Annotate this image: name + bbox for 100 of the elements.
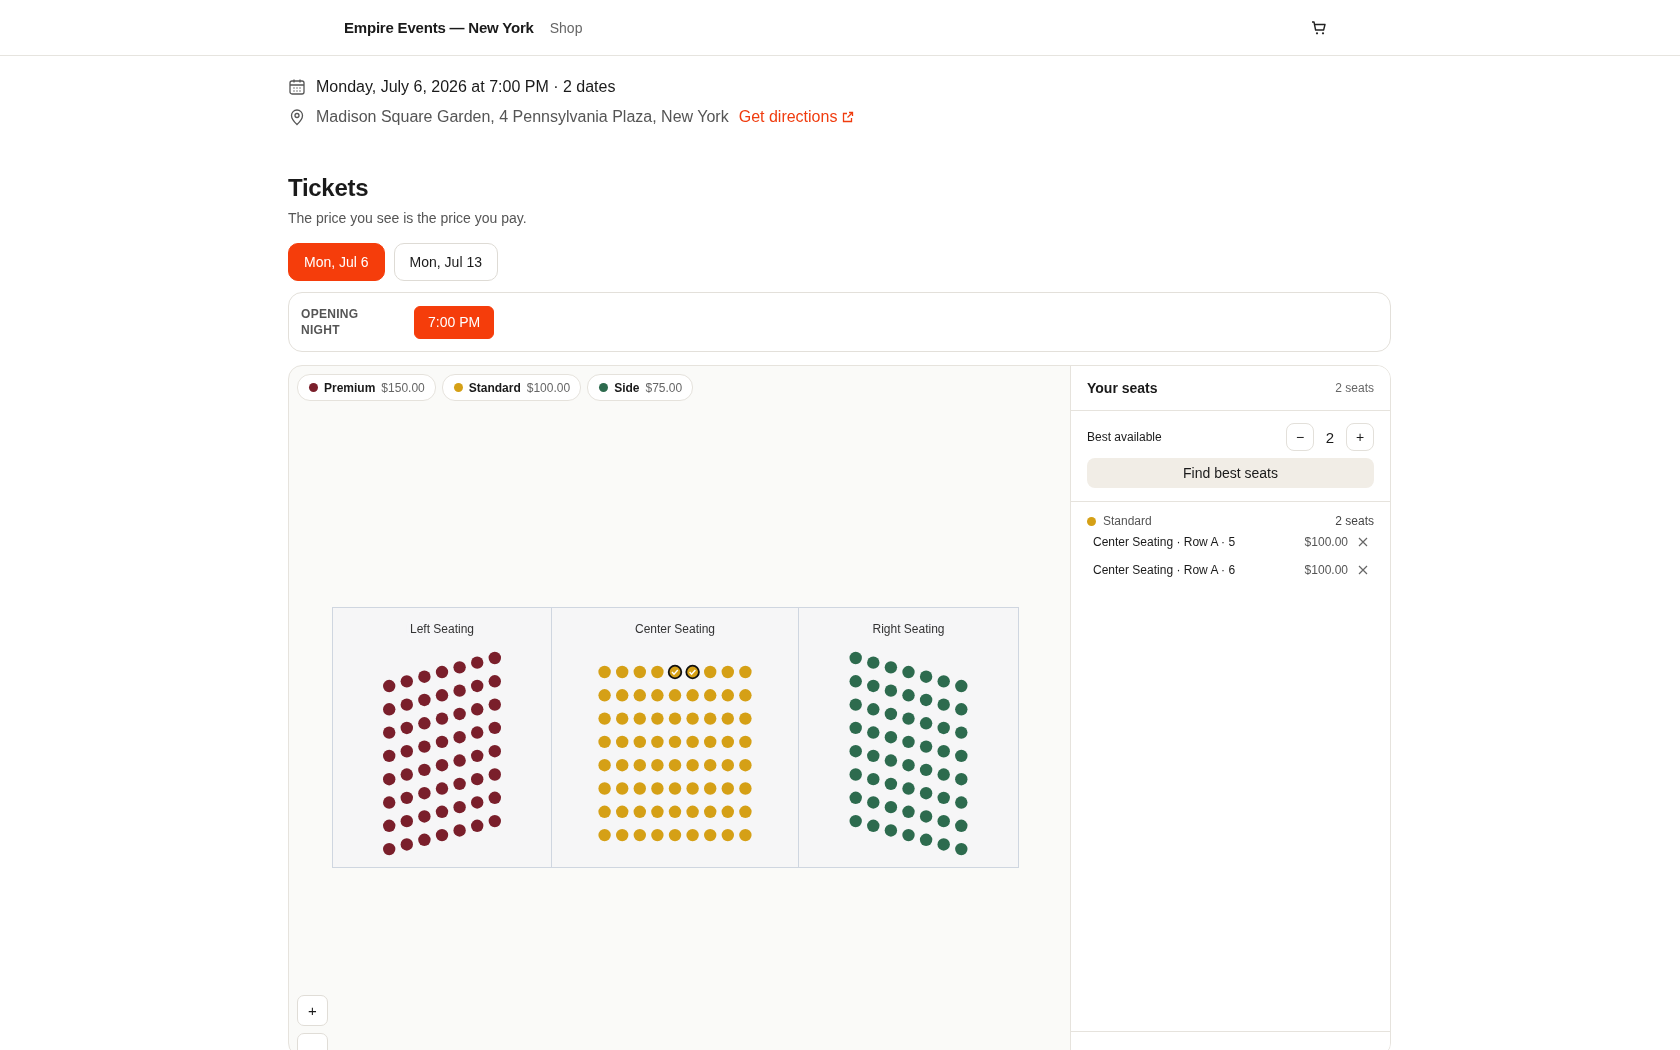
increment-button[interactable]: +: [1346, 423, 1374, 451]
seat[interactable]: [937, 675, 950, 688]
seat[interactable]: [955, 819, 968, 832]
seat[interactable]: [902, 828, 915, 842]
seat[interactable]: [418, 740, 431, 753]
seat[interactable]: [435, 782, 449, 795]
seat[interactable]: [902, 759, 915, 772]
seat[interactable]: [383, 796, 396, 809]
seat[interactable]: [955, 796, 968, 809]
seat[interactable]: [488, 768, 501, 781]
seat[interactable]: [471, 749, 484, 763]
seat[interactable]: [919, 740, 933, 753]
price-chip[interactable]: Premium $150.00: [297, 374, 436, 401]
seat[interactable]: [884, 661, 898, 674]
seat[interactable]: [435, 712, 449, 725]
seat[interactable]: [867, 703, 880, 716]
seat[interactable]: [867, 749, 880, 763]
seat[interactable]: [849, 768, 862, 781]
seat[interactable]: [471, 796, 484, 809]
seat[interactable]: [418, 833, 431, 846]
date-tab[interactable]: Mon, Jul 13: [393, 243, 498, 281]
seat[interactable]: [955, 703, 968, 716]
seat[interactable]: [849, 675, 862, 688]
seat[interactable]: [937, 814, 950, 828]
seat[interactable]: [884, 777, 898, 791]
seat[interactable]: [383, 703, 396, 716]
seat[interactable]: [400, 768, 413, 781]
seat[interactable]: [849, 791, 862, 804]
seat[interactable]: [400, 698, 413, 711]
seat[interactable]: [919, 787, 933, 800]
seat[interactable]: [867, 772, 880, 786]
seat[interactable]: [867, 656, 880, 669]
seat[interactable]: [884, 707, 898, 721]
seat[interactable]: [471, 819, 484, 832]
time-button[interactable]: 7:00 PM: [414, 305, 495, 339]
find-best-seats-button[interactable]: Find best seats: [1087, 458, 1374, 488]
seat[interactable]: [418, 717, 431, 730]
seat[interactable]: [453, 777, 466, 791]
seat[interactable]: [902, 735, 915, 749]
seat[interactable]: [919, 693, 933, 707]
seat[interactable]: [884, 754, 898, 767]
seat[interactable]: [453, 731, 466, 744]
seat[interactable]: [902, 805, 915, 818]
seat[interactable]: [400, 675, 413, 688]
selected-seat[interactable]: [667, 664, 683, 680]
seat[interactable]: [383, 819, 396, 832]
seat[interactable]: [383, 842, 396, 856]
seat[interactable]: [919, 763, 933, 777]
seat[interactable]: [471, 679, 484, 693]
seat[interactable]: [453, 707, 466, 721]
seat[interactable]: [418, 693, 431, 707]
remove-icon[interactable]: [1358, 537, 1368, 547]
price-chip[interactable]: Side $75.00: [587, 374, 694, 401]
seat[interactable]: [471, 656, 484, 669]
seat[interactable]: [937, 838, 950, 851]
seat[interactable]: [471, 772, 484, 786]
seat[interactable]: [400, 814, 413, 828]
decrement-button[interactable]: −: [1286, 423, 1314, 451]
date-tab[interactable]: Mon, Jul 6: [288, 243, 385, 281]
seat[interactable]: [884, 824, 898, 837]
seat[interactable]: [383, 679, 396, 693]
seat[interactable]: [383, 749, 396, 763]
seat[interactable]: [488, 698, 501, 711]
seat[interactable]: [418, 810, 431, 823]
price-chip[interactable]: Standard $100.00: [441, 374, 582, 401]
seat[interactable]: [867, 726, 880, 739]
seat[interactable]: [937, 721, 950, 735]
seat[interactable]: [849, 651, 862, 665]
seat[interactable]: [849, 814, 862, 828]
seat[interactable]: [488, 814, 501, 828]
seat[interactable]: [919, 833, 933, 846]
seat[interactable]: [849, 698, 862, 711]
seat[interactable]: [453, 754, 466, 767]
seat[interactable]: [937, 698, 950, 711]
seat[interactable]: [383, 726, 396, 739]
seat[interactable]: [867, 796, 880, 809]
seat[interactable]: [937, 768, 950, 781]
seat[interactable]: [435, 735, 449, 749]
seat[interactable]: [488, 745, 501, 758]
seat[interactable]: [400, 745, 413, 758]
seat[interactable]: [435, 665, 449, 679]
seat[interactable]: [937, 745, 950, 758]
selected-seat[interactable]: [685, 664, 700, 680]
seat[interactable]: [919, 670, 933, 683]
remove-icon[interactable]: [1358, 565, 1368, 575]
seat[interactable]: [488, 675, 501, 688]
seat[interactable]: [453, 661, 466, 674]
seat[interactable]: [849, 721, 862, 735]
seat[interactable]: [435, 689, 449, 702]
seat[interactable]: [383, 773, 396, 786]
seat[interactable]: [453, 684, 466, 697]
seat[interactable]: [884, 731, 898, 744]
seat[interactable]: [955, 773, 968, 786]
seat[interactable]: [955, 842, 968, 856]
seat[interactable]: [902, 665, 915, 679]
seat[interactable]: [884, 684, 898, 697]
seat[interactable]: [418, 787, 431, 800]
seat[interactable]: [902, 782, 915, 795]
seat[interactable]: [884, 800, 898, 814]
seat[interactable]: [435, 805, 449, 818]
